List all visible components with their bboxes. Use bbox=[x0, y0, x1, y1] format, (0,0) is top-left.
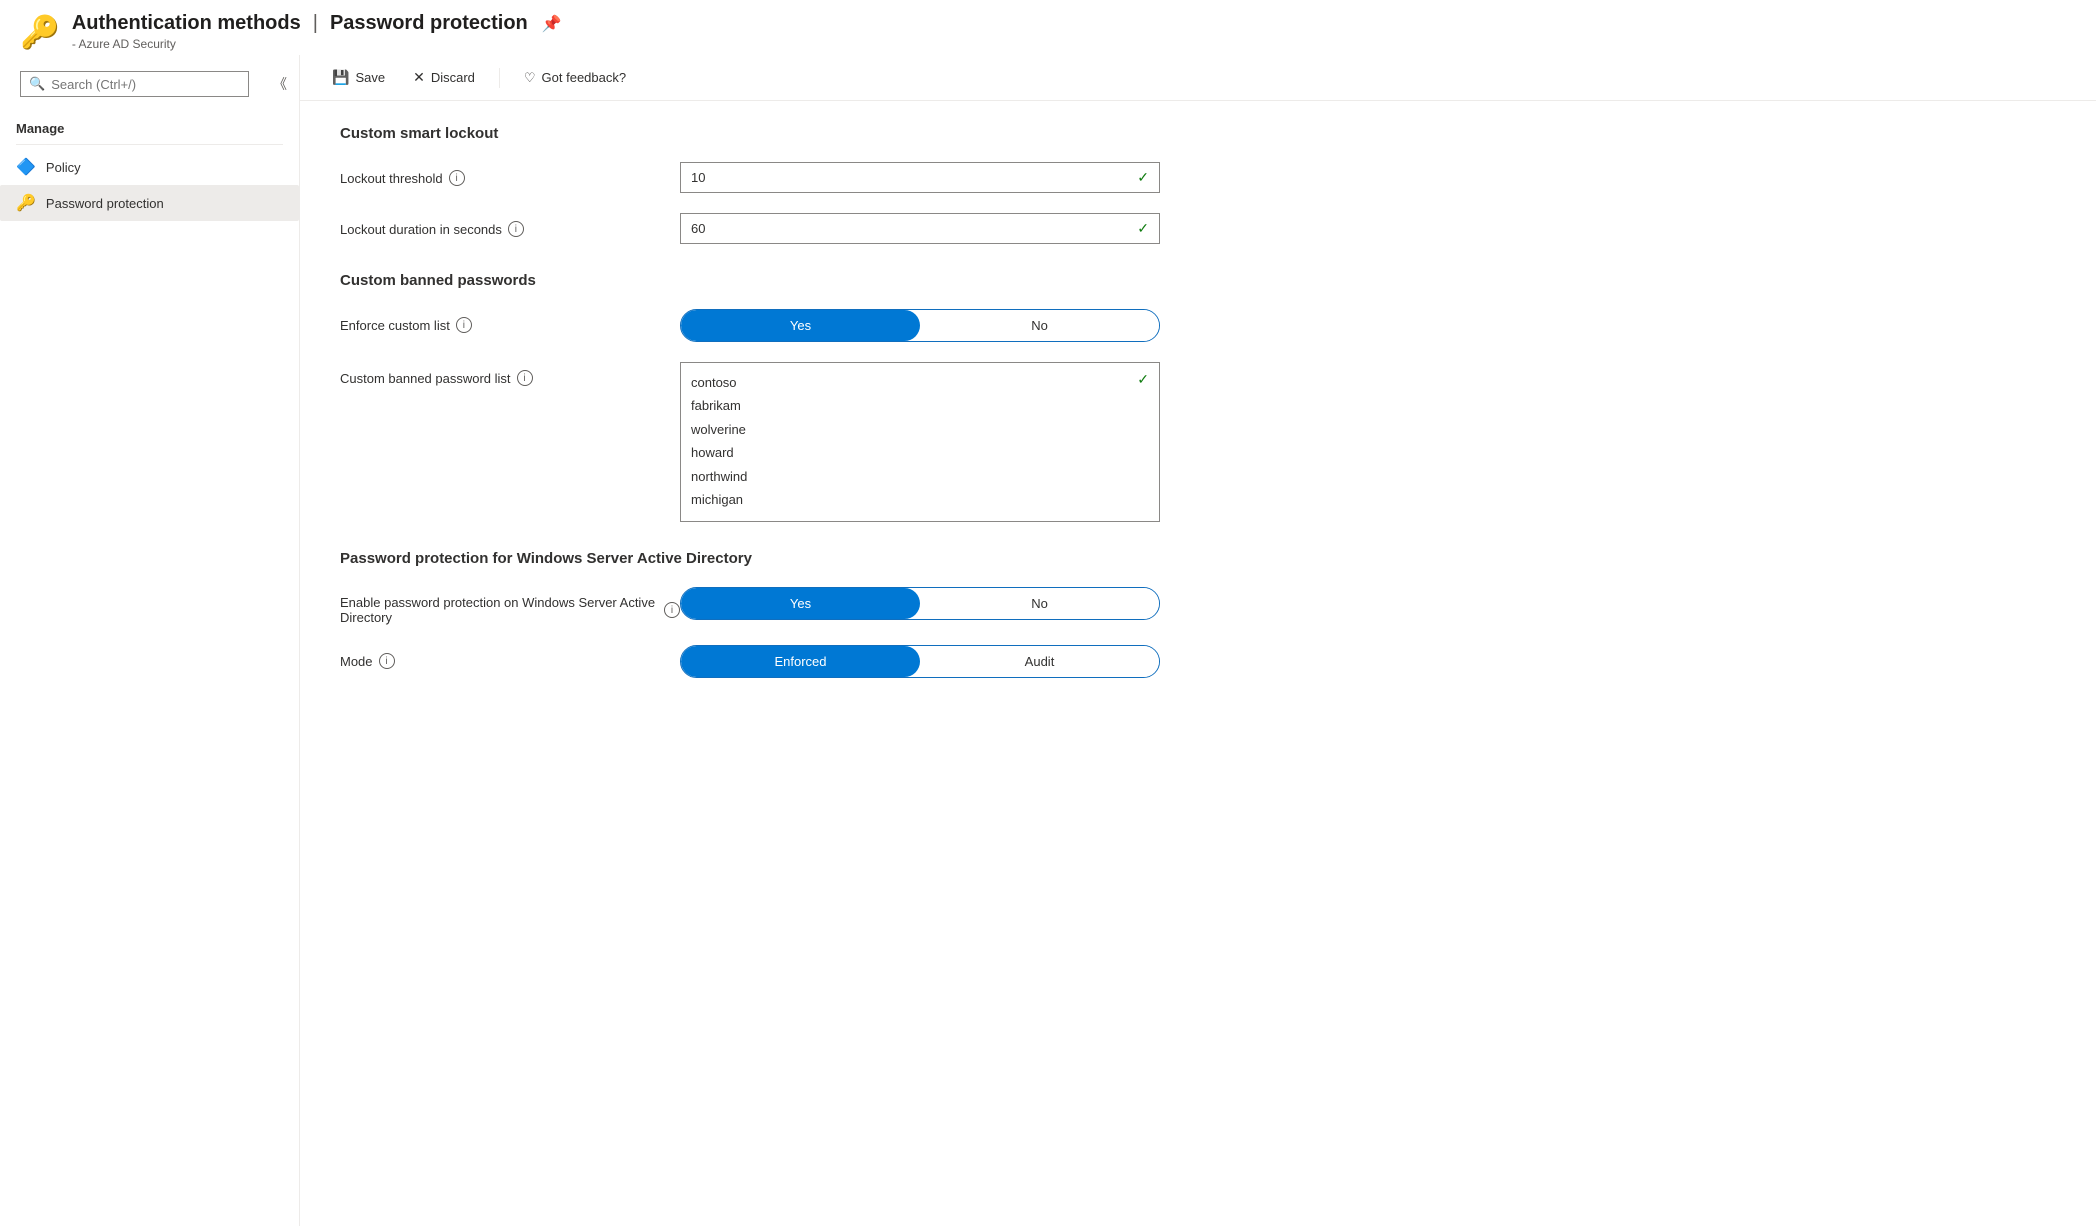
manage-label: Manage bbox=[0, 113, 299, 140]
list-item: howard bbox=[691, 441, 1149, 464]
enforce-custom-list-label: Enforce custom list bbox=[340, 318, 450, 333]
app-header: 🔑 Authentication methods | Password prot… bbox=[0, 0, 2096, 55]
enable-yes-option[interactable]: Yes bbox=[681, 588, 920, 619]
mode-info-icon[interactable]: i bbox=[379, 653, 395, 669]
search-icon: 🔍 bbox=[29, 76, 45, 92]
banned-list-textarea[interactable]: ✓ contoso fabrikam wolverine howard nort… bbox=[680, 362, 1160, 522]
lockout-duration-input[interactable] bbox=[691, 221, 1137, 236]
toolbar-separator bbox=[499, 68, 500, 88]
subtitle: - Azure AD Security bbox=[72, 37, 562, 51]
banned-list-info-icon[interactable]: i bbox=[517, 370, 533, 386]
content-area: Custom smart lockout Lockout threshold i… bbox=[300, 101, 2096, 1226]
mode-audit-option[interactable]: Audit bbox=[920, 646, 1159, 677]
enable-protection-row: Enable password protection on Windows Se… bbox=[340, 587, 2056, 625]
search-input[interactable] bbox=[51, 77, 240, 92]
banned-list-label: Custom banned password list bbox=[340, 371, 511, 386]
save-button[interactable]: 💾 Save bbox=[320, 63, 397, 92]
feedback-label: Got feedback? bbox=[542, 70, 627, 85]
lockout-threshold-label-container: Lockout threshold i bbox=[340, 162, 680, 186]
windows-section-title: Password protection for Windows Server A… bbox=[340, 550, 2056, 567]
enable-protection-label: Enable password protection on Windows Se… bbox=[340, 595, 658, 625]
app-icon: 🔑 bbox=[20, 13, 60, 51]
mode-toggle[interactable]: Enforced Audit bbox=[680, 645, 1160, 678]
lockout-threshold-input-container[interactable]: ✓ bbox=[680, 162, 1160, 193]
enable-protection-toggle[interactable]: Yes No bbox=[680, 587, 1160, 620]
app-title: Authentication methods bbox=[72, 12, 301, 35]
title-separator: | bbox=[313, 12, 318, 35]
discard-icon: ✕ bbox=[413, 69, 425, 86]
enable-no-option[interactable]: No bbox=[920, 588, 1159, 619]
banned-list-row: Custom banned password list i ✓ contoso … bbox=[340, 362, 2056, 522]
lockout-duration-label: Lockout duration in seconds bbox=[340, 222, 502, 237]
mode-enforced-option[interactable]: Enforced bbox=[681, 646, 920, 677]
page-name: Password protection bbox=[330, 12, 528, 35]
discard-label: Discard bbox=[431, 70, 475, 85]
lockout-threshold-input[interactable] bbox=[691, 170, 1137, 185]
save-label: Save bbox=[355, 70, 385, 85]
enforce-yes-option[interactable]: Yes bbox=[681, 310, 920, 341]
mode-label: Mode bbox=[340, 654, 373, 669]
enforce-custom-list-row: Enforce custom list i Yes No bbox=[340, 309, 2056, 342]
main-layout: 🔍 《 Manage 🔷 Policy 🔑 Password protectio… bbox=[0, 55, 2096, 1226]
banned-list-check-icon: ✓ bbox=[1137, 371, 1149, 388]
sidebar-item-policy[interactable]: 🔷 Policy bbox=[0, 149, 299, 185]
list-item: michigan bbox=[691, 488, 1149, 511]
pin-icon[interactable]: 📌 bbox=[542, 14, 562, 34]
lockout-threshold-label: Lockout threshold bbox=[340, 171, 443, 186]
mode-label-container: Mode i bbox=[340, 645, 680, 669]
save-icon: 💾 bbox=[332, 69, 349, 86]
lockout-threshold-check-icon: ✓ bbox=[1137, 169, 1149, 186]
smart-lockout-title: Custom smart lockout bbox=[340, 125, 2056, 142]
toolbar: 💾 Save ✕ Discard ♡ Got feedback? bbox=[300, 55, 2096, 101]
enforce-custom-list-toggle[interactable]: Yes No bbox=[680, 309, 1160, 342]
list-item: fabrikam bbox=[691, 394, 1149, 417]
lockout-duration-check-icon: ✓ bbox=[1137, 220, 1149, 237]
feedback-button[interactable]: ♡ Got feedback? bbox=[512, 64, 638, 92]
sidebar: 🔍 《 Manage 🔷 Policy 🔑 Password protectio… bbox=[0, 55, 300, 1226]
list-item: northwind bbox=[691, 465, 1149, 488]
sidebar-item-password-protection[interactable]: 🔑 Password protection bbox=[0, 185, 299, 221]
lockout-threshold-row: Lockout threshold i ✓ bbox=[340, 162, 2056, 193]
feedback-icon: ♡ bbox=[524, 70, 536, 86]
banned-passwords-title: Custom banned passwords bbox=[340, 272, 2056, 289]
lockout-duration-label-container: Lockout duration in seconds i bbox=[340, 213, 680, 237]
smart-lockout-section: Custom smart lockout Lockout threshold i… bbox=[340, 125, 2056, 244]
list-item: wolverine bbox=[691, 418, 1149, 441]
manage-divider bbox=[16, 144, 283, 145]
enable-protection-label-container: Enable password protection on Windows Se… bbox=[340, 587, 680, 625]
collapse-button[interactable]: 《 bbox=[269, 70, 291, 98]
banned-list-content: contoso fabrikam wolverine howard northw… bbox=[691, 371, 1149, 511]
enforce-custom-list-info-icon[interactable]: i bbox=[456, 317, 472, 333]
lockout-duration-info-icon[interactable]: i bbox=[508, 221, 524, 237]
list-item: contoso bbox=[691, 371, 1149, 394]
lockout-duration-input-container[interactable]: ✓ bbox=[680, 213, 1160, 244]
windows-section: Password protection for Windows Server A… bbox=[340, 550, 2056, 678]
sidebar-item-password-protection-label: Password protection bbox=[46, 196, 164, 211]
discard-button[interactable]: ✕ Discard bbox=[401, 63, 487, 92]
enforce-custom-list-label-container: Enforce custom list i bbox=[340, 309, 680, 333]
password-protection-icon: 🔑 bbox=[16, 193, 36, 213]
banned-passwords-section: Custom banned passwords Enforce custom l… bbox=[340, 272, 2056, 522]
mode-row: Mode i Enforced Audit bbox=[340, 645, 2056, 678]
enable-protection-info-icon[interactable]: i bbox=[664, 602, 680, 618]
lockout-duration-row: Lockout duration in seconds i ✓ bbox=[340, 213, 2056, 244]
sidebar-item-policy-label: Policy bbox=[46, 160, 81, 175]
banned-list-label-container: Custom banned password list i bbox=[340, 362, 680, 386]
enforce-no-option[interactable]: No bbox=[920, 310, 1159, 341]
search-row: 🔍 《 bbox=[0, 63, 299, 105]
lockout-threshold-info-icon[interactable]: i bbox=[449, 170, 465, 186]
policy-icon: 🔷 bbox=[16, 157, 36, 177]
search-box[interactable]: 🔍 bbox=[20, 71, 249, 97]
